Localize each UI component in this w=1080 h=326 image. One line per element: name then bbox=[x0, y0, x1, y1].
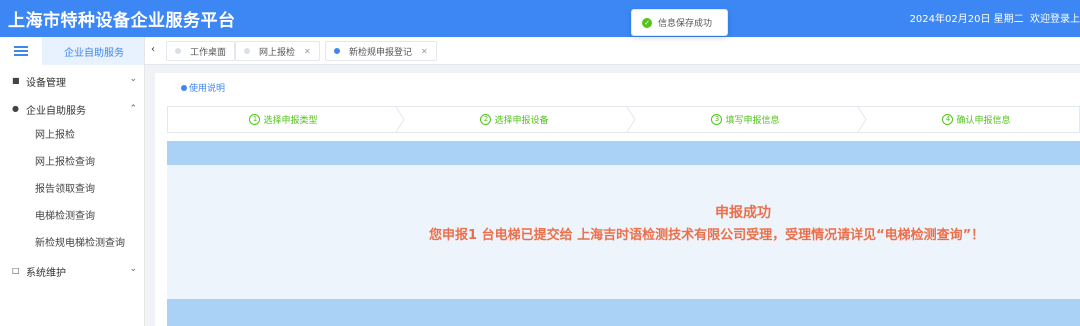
sidebar: 企业自助服务 ■ 设备管理 ⌄ ● 企业自助服务 ⌃ 网上报检 网上报检查询 报… bbox=[0, 37, 145, 326]
result-panel: 申报成功 您申报1 台电梯已提交给 上海吉时语检测技术有限公司受理，受理情况请详… bbox=[167, 141, 1080, 326]
sidebar-subitem-report-query[interactable]: 报告领取查询 bbox=[35, 180, 95, 195]
sidebar-item-self-service[interactable]: ● 企业自助服务 ⌃ bbox=[0, 97, 145, 121]
sidebar-subitem-elevator-query[interactable]: 电梯检测查询 bbox=[35, 207, 95, 222]
success-message: 您申报1 台电梯已提交给 上海吉时语检测技术有限公司受理，受理情况请详见“电梯检… bbox=[429, 228, 985, 243]
top-header: 上海市特种设备企业服务平台 2024年02月20日 星期二 欢迎登录上 bbox=[0, 0, 1080, 37]
help-link[interactable]: 使用说明 bbox=[181, 81, 225, 94]
sidebar-item-system-maintenance[interactable]: □ 系统维护 ⌄ bbox=[0, 259, 145, 283]
sidebar-subitem-online-inspection-query[interactable]: 网上报检查询 bbox=[35, 153, 95, 168]
step-label: 选择申报设备 bbox=[494, 116, 549, 126]
tab-status-dot bbox=[244, 48, 250, 54]
tab-status-dot bbox=[175, 48, 181, 54]
chevron-down-icon: ⌄ bbox=[129, 264, 137, 274]
close-icon[interactable]: ✕ bbox=[421, 47, 428, 56]
toast-notification: ✓ 信息保存成功 bbox=[631, 9, 728, 36]
step-1: 1 选择申报类型 bbox=[168, 107, 399, 132]
help-link-label: 使用说明 bbox=[189, 84, 226, 94]
result-band-top bbox=[167, 141, 1080, 165]
tab-label: 新检规申报登记 bbox=[349, 47, 413, 58]
step-indicator: 1 选择申报类型 2 选择申报设备 3 填写申报信息 4 确认申报信息 bbox=[167, 106, 1080, 133]
sidebar-item-label: 系统维护 bbox=[26, 267, 66, 279]
sidebar-subitem-online-inspection[interactable]: 网上报检 bbox=[35, 126, 75, 141]
app-title: 上海市特种设备企业服务平台 bbox=[8, 11, 236, 31]
tab-workbench[interactable]: 工作桌面 bbox=[166, 41, 236, 61]
tab-label: 工作桌面 bbox=[190, 47, 227, 58]
step-3: 3 填写申报信息 bbox=[630, 107, 861, 132]
step-label: 确认申报信息 bbox=[956, 116, 1011, 126]
main-content: 使用说明 1 选择申报类型 2 选择申报设备 3 填写申报信息 4 确认申报信息 bbox=[155, 73, 1080, 326]
menu-fold-icon[interactable] bbox=[0, 37, 42, 65]
briefcase-icon: ■ bbox=[12, 76, 20, 85]
chevron-up-icon: ⌃ bbox=[129, 104, 137, 114]
success-title: 申报成功 bbox=[715, 205, 771, 221]
sidebar-subitem-new-elevator-query[interactable]: 新检规电梯检测查询 bbox=[35, 234, 125, 249]
sidebar-item-label: 企业自助服务 bbox=[26, 105, 86, 117]
step-4: 4 确认申报信息 bbox=[861, 107, 1080, 132]
gear-icon: ● bbox=[12, 104, 19, 113]
welcome-text[interactable]: 欢迎登录上 bbox=[1030, 14, 1080, 25]
tab-new-registration[interactable]: 新检规申报登记 ✕ bbox=[325, 41, 437, 61]
header-date: 2024年02月20日 星期二 bbox=[909, 14, 1024, 25]
tab-online-inspection[interactable]: 网上报检 ✕ bbox=[235, 41, 320, 61]
step-label: 选择申报类型 bbox=[263, 116, 318, 126]
step-number: 1 bbox=[249, 114, 261, 125]
sidebar-item-device-management[interactable]: ■ 设备管理 ⌄ bbox=[0, 69, 145, 93]
step-number: 2 bbox=[480, 114, 492, 125]
header-info: 2024年02月20日 星期二 欢迎登录上 bbox=[910, 10, 1080, 25]
close-icon[interactable]: ✕ bbox=[304, 47, 311, 56]
sidebar-active-tab[interactable]: 企业自助服务 bbox=[42, 37, 144, 65]
step-number: 4 bbox=[942, 114, 954, 125]
tab-label: 网上报检 bbox=[259, 47, 296, 58]
step-label: 填写申报信息 bbox=[725, 116, 780, 126]
chevron-left-icon[interactable]: ‹ bbox=[151, 44, 155, 55]
help-icon bbox=[181, 85, 187, 91]
step-number: 3 bbox=[711, 114, 723, 125]
chevron-down-icon: ⌄ bbox=[129, 74, 137, 84]
tab-status-dot bbox=[334, 48, 340, 54]
toast-message: 信息保存成功 bbox=[658, 19, 713, 29]
sidebar-item-label: 设备管理 bbox=[26, 77, 66, 89]
step-2: 2 选择申报设备 bbox=[399, 107, 630, 132]
monitor-icon: □ bbox=[12, 266, 20, 275]
tabs-bar: ‹ 工作桌面 网上报检 ✕ 新检规申报登记 ✕ bbox=[145, 37, 1080, 65]
result-band-bottom bbox=[167, 299, 1080, 326]
check-circle-icon: ✓ bbox=[642, 17, 652, 28]
